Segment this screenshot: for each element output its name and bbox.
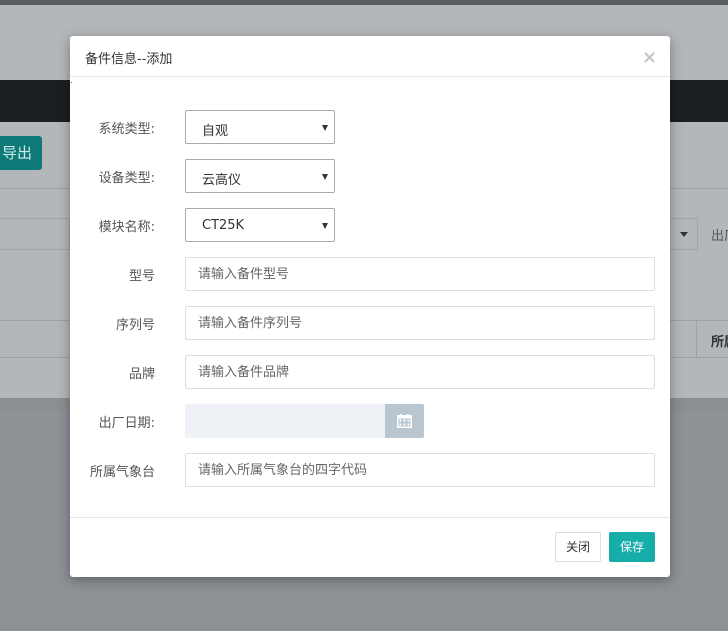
device-type-label: 设备类型: — [98, 171, 155, 186]
system-type-row: 系统类型: 自观 — [70, 110, 670, 144]
brand-label: 品牌 — [128, 367, 155, 382]
background-table-divider — [696, 320, 697, 358]
serial-input[interactable] — [185, 306, 655, 340]
module-name-row: 模块名称: CT25K — [70, 208, 670, 242]
decorative-dot — [71, 82, 72, 83]
model-input[interactable] — [185, 257, 655, 291]
background-table-header-label: 所属 — [711, 335, 728, 350]
system-type-select[interactable]: 自观 — [185, 110, 335, 144]
station-label: 所属气象台 — [89, 465, 155, 480]
factory-date-label: 出厂日期: — [98, 416, 155, 431]
background-export-button: 导出 — [0, 136, 42, 170]
close-button[interactable]: 关闭 — [555, 532, 601, 562]
date-picker-button[interactable] — [385, 404, 424, 438]
calendar-icon — [397, 414, 412, 428]
module-name-label: 模块名称: — [98, 220, 155, 235]
background-filter-input — [0, 218, 70, 250]
modal-title: 备件信息--添加 — [85, 52, 173, 67]
module-name-value: CT25K — [202, 218, 245, 233]
brand-row: 品牌 — [70, 355, 670, 389]
save-button[interactable]: 保存 — [609, 532, 655, 562]
serial-label: 序列号 — [115, 318, 155, 333]
modal-header: 备件信息--添加 × — [70, 36, 670, 77]
system-type-value: 自观 — [202, 124, 229, 139]
model-label: 型号 — [128, 269, 155, 284]
close-icon[interactable]: × — [642, 49, 657, 67]
device-type-select[interactable]: 云高仪 — [185, 159, 335, 193]
serial-row: 序列号 — [70, 306, 670, 340]
factory-date-row: 出厂日期: — [70, 404, 670, 438]
caret-down-icon — [680, 232, 688, 237]
model-row: 型号 — [70, 257, 670, 291]
device-type-value: 云高仪 — [202, 173, 242, 188]
modal-footer: 关闭 保存 — [70, 517, 670, 577]
add-spare-part-modal: 备件信息--添加 × 系统类型: 自观 设备类型: 云高仪 模块名称: CT25… — [70, 36, 670, 577]
module-name-select[interactable]: CT25K — [185, 208, 335, 242]
station-input[interactable] — [185, 453, 655, 487]
system-type-label: 系统类型: — [98, 122, 155, 137]
caret-down-icon — [322, 174, 328, 180]
station-row: 所属气象台 — [70, 453, 670, 487]
factory-date-input[interactable] — [185, 404, 385, 438]
device-type-row: 设备类型: 云高仪 — [70, 159, 670, 193]
brand-input[interactable] — [185, 355, 655, 389]
caret-down-icon — [322, 223, 328, 229]
background-filter-label: 出厂 — [711, 229, 728, 244]
caret-down-icon — [322, 125, 328, 131]
